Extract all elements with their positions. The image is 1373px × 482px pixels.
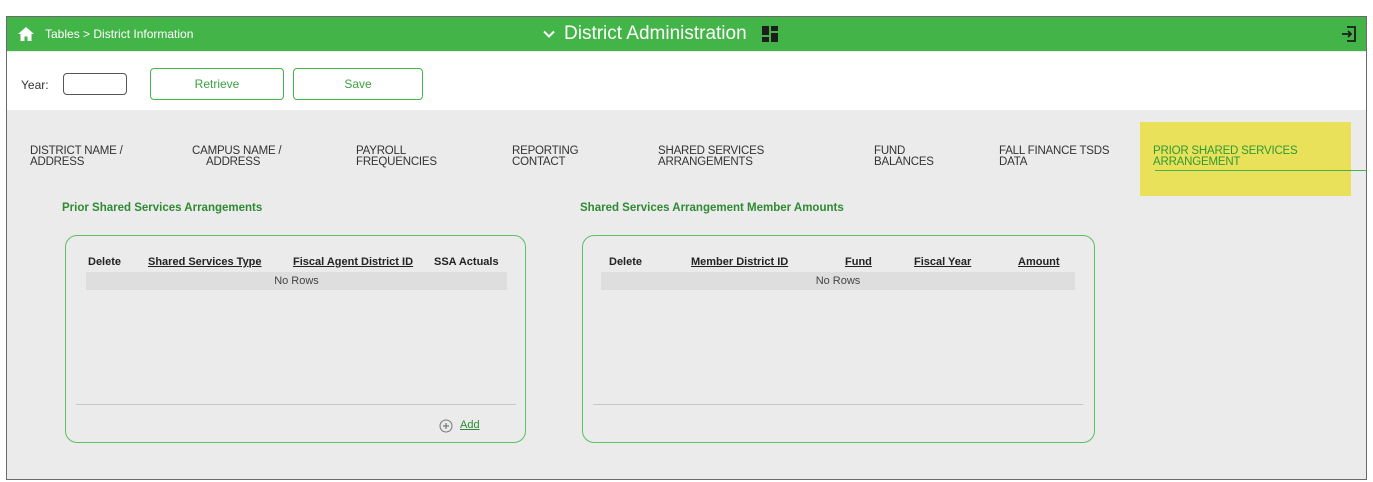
col-header-amount[interactable]: Amount — [1018, 256, 1060, 268]
prior-ssa-panel: Delete Shared Services Type Fiscal Agent… — [65, 235, 526, 443]
active-tab-label: PRIOR SHARED SERVICES ARRANGEMENT — [1153, 145, 1298, 168]
grid-icon[interactable] — [761, 25, 779, 43]
home-icon[interactable] — [17, 25, 35, 43]
tab-district-name-address[interactable]: DISTRICT NAME / ADDRESS — [30, 145, 123, 168]
active-tab-underline — [1155, 170, 1367, 171]
empty-row: No Rows — [601, 272, 1075, 290]
col-header-fiscal-agent-district-id[interactable]: Fiscal Agent District ID — [293, 256, 413, 268]
tab-label-line2: ADDRESS — [30, 156, 85, 168]
col-header-shared-services-type[interactable]: Shared Services Type — [148, 256, 262, 268]
exit-icon[interactable] — [1340, 25, 1358, 43]
tab-shared-services-arrangements[interactable]: SHARED SERVICES ARRANGEMENTS — [658, 145, 764, 168]
tab-label-line2: ARRANGEMENTS — [658, 156, 753, 168]
panel-divider — [593, 404, 1083, 405]
tab-label-line2: ARRANGEMENT — [1153, 156, 1241, 168]
breadcrumb[interactable]: Tables > District Information — [45, 27, 193, 41]
toolbar: Year: Retrieve Save — [7, 52, 1366, 110]
year-input[interactable] — [63, 73, 127, 95]
tab-label-line2: BALANCES — [874, 156, 934, 168]
ssa-member-amounts-panel: Delete Member District ID Fund Fiscal Ye… — [582, 235, 1095, 443]
add-link[interactable]: Add — [460, 419, 480, 431]
plus-circle-icon[interactable] — [439, 419, 453, 433]
app-selector[interactable]: District Administration — [542, 21, 779, 47]
chevron-down-icon[interactable] — [542, 27, 556, 41]
col-header-fiscal-year[interactable]: Fiscal Year — [914, 256, 971, 268]
tab-label-line2: CONTACT — [512, 156, 566, 168]
col-header-ssa-actuals: SSA Actuals — [434, 256, 499, 268]
col-header-fund[interactable]: Fund — [845, 256, 872, 268]
header-bar: Tables > District Information District A… — [7, 17, 1366, 51]
tab-campus-name-address[interactable]: CAMPUS NAME / ADDRESS — [192, 145, 282, 168]
right-section-title: Shared Services Arrangement Member Amoun… — [580, 202, 844, 214]
tab-prior-shared-services-arrangement[interactable]: PRIOR SHARED SERVICES ARRANGEMENT — [1140, 122, 1351, 196]
tab-reporting-contact[interactable]: REPORTING CONTACT — [512, 145, 579, 168]
left-section-title: Prior Shared Services Arrangements — [62, 202, 263, 214]
tab-label-line2: ADDRESS — [206, 156, 261, 168]
tab-fund-balances[interactable]: FUND BALANCES — [874, 145, 934, 168]
app-title: District Administration — [564, 23, 747, 44]
tab-payroll-frequencies[interactable]: PAYROLL FREQUENCIES — [356, 145, 437, 168]
tab-label-line2: DATA — [999, 156, 1028, 168]
col-header-delete: Delete — [609, 256, 643, 268]
empty-row: No Rows — [86, 272, 507, 290]
col-header-delete: Delete — [88, 256, 122, 268]
tab-fall-finance-tsds-data[interactable]: FALL FINANCE TSDS DATA — [999, 145, 1110, 168]
save-button[interactable]: Save — [293, 68, 423, 100]
tab-label-line2: FREQUENCIES — [356, 156, 437, 168]
retrieve-button[interactable]: Retrieve — [150, 68, 284, 100]
panel-divider — [76, 404, 516, 405]
year-label: Year: — [21, 78, 49, 92]
col-header-member-district-id[interactable]: Member District ID — [691, 256, 788, 268]
